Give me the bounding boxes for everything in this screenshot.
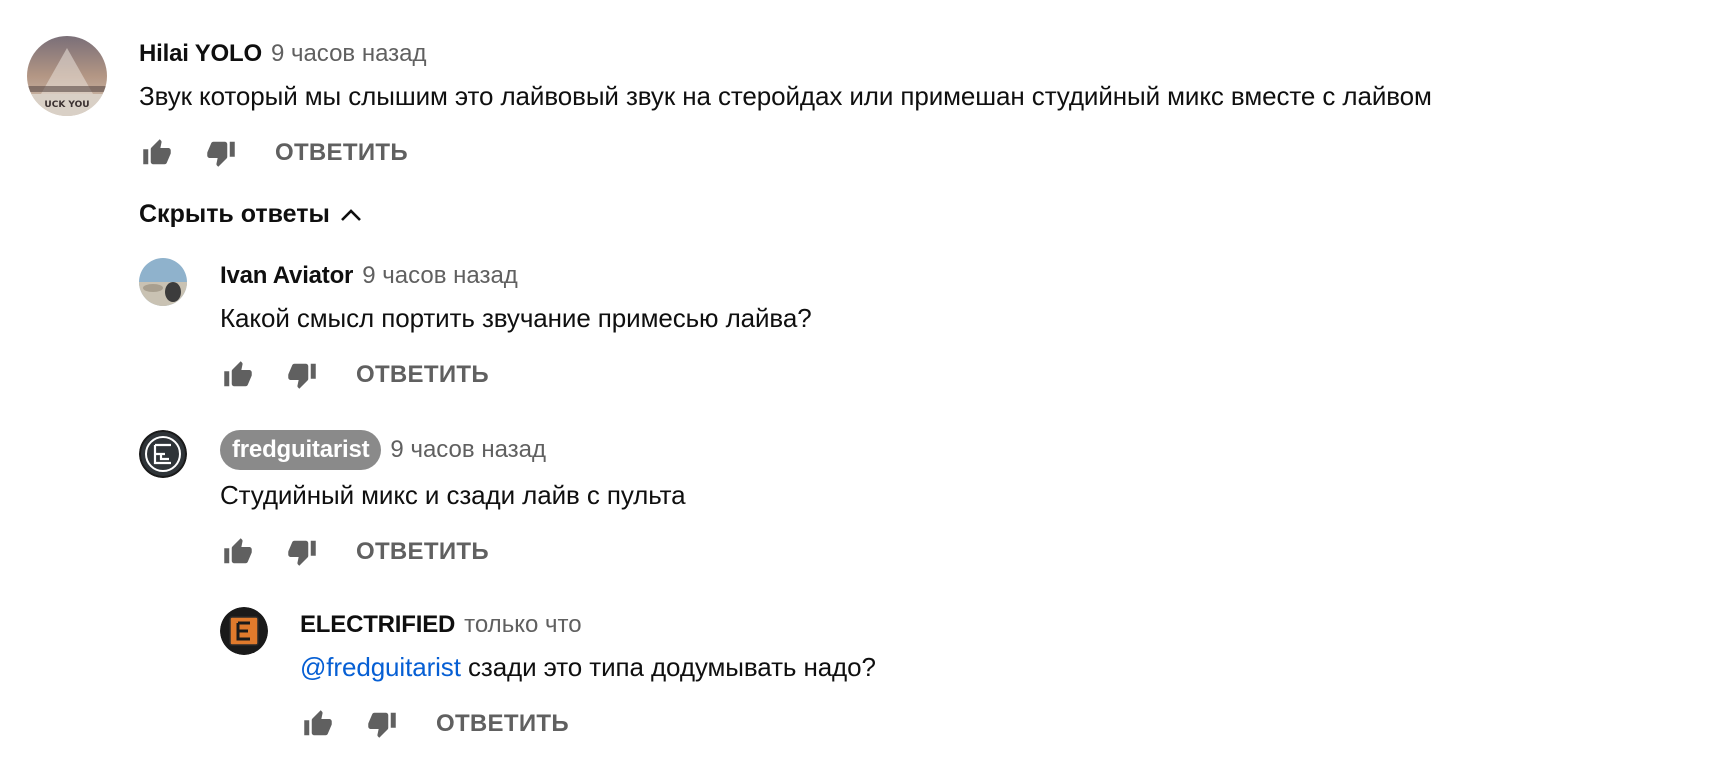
thumb-down-icon: [288, 540, 316, 566]
comments-thread: UCK YOU Hilai YOLO 9 часов назад Звук ко…: [0, 0, 1730, 782]
thumb-down-icon: [288, 363, 316, 389]
avatar-text: UCK YOU: [44, 100, 89, 110]
avatar[interactable]: [139, 258, 187, 306]
like-button[interactable]: [139, 135, 175, 171]
comment-header: fredguitarist 9 часов назад: [220, 430, 686, 470]
comment-header: Ivan Aviator 9 часов назад: [220, 261, 812, 291]
author-name[interactable]: ELECTRIFIED: [300, 610, 455, 640]
dislike-button[interactable]: [203, 135, 239, 171]
like-button[interactable]: [220, 534, 256, 570]
author-name[interactable]: Hilai YOLO: [139, 39, 262, 69]
thumb-down-icon: [368, 712, 396, 738]
like-button[interactable]: [300, 706, 336, 742]
comment-actions: ОТВЕТИТЬ: [220, 532, 686, 572]
comment-header: Hilai YOLO 9 часов назад: [139, 39, 1432, 69]
author-name[interactable]: Ivan Aviator: [220, 261, 353, 291]
comment-text: Звук который мы слышим это лайвовый звук…: [139, 81, 1432, 111]
comment-actions: ОТВЕТИТЬ: [300, 704, 876, 744]
comment-header: ELECTRIFIED только что: [300, 610, 876, 640]
thumb-up-icon: [143, 139, 171, 165]
thumb-up-icon: [304, 710, 332, 736]
comment-text: Какой смысл портить звучание примесью ла…: [220, 303, 812, 333]
comment-time[interactable]: 9 часов назад: [390, 435, 546, 465]
reply-button[interactable]: ОТВЕТИТЬ: [275, 139, 408, 167]
comment-actions: ОТВЕТИТЬ: [220, 355, 812, 395]
thumb-down-icon: [207, 141, 235, 167]
avatar[interactable]: UCK YOU: [27, 36, 107, 116]
author-name[interactable]: fredguitarist: [220, 430, 382, 470]
thumb-up-icon: [224, 361, 252, 387]
comment-text: @fredguitarist сзади это типа додумывать…: [300, 650, 876, 684]
comment-content: Hilai YOLO 9 часов назад Звук который мы…: [139, 39, 1432, 173]
reply-button[interactable]: ОТВЕТИТЬ: [436, 710, 569, 738]
comment-time[interactable]: 9 часов назад: [271, 39, 427, 69]
avatar[interactable]: [220, 607, 268, 655]
like-button[interactable]: [220, 357, 256, 393]
comment-content: ELECTRIFIED только что @fredguitarist сз…: [300, 610, 876, 744]
reply-button[interactable]: ОТВЕТИТЬ: [356, 361, 489, 389]
comment-content: Ivan Aviator 9 часов назад Какой смысл п…: [220, 261, 812, 395]
dislike-button[interactable]: [284, 357, 320, 393]
mention-link[interactable]: @fredguitarist: [300, 652, 461, 682]
hide-replies-button[interactable]: Скрыть ответы: [139, 200, 362, 229]
avatar[interactable]: [139, 430, 187, 478]
comment-text-rest: сзади это типа додумывать надо?: [460, 652, 876, 682]
dislike-button[interactable]: [364, 706, 400, 742]
thumb-up-icon: [224, 538, 252, 564]
hide-replies-label: Скрыть ответы: [139, 200, 330, 228]
comment-actions: ОТВЕТИТЬ: [139, 133, 1432, 173]
reply-button[interactable]: ОТВЕТИТЬ: [356, 538, 489, 566]
comment-time[interactable]: только что: [464, 610, 581, 640]
comment-time[interactable]: 9 часов назад: [362, 261, 518, 291]
chevron-up-icon: [340, 208, 361, 221]
dislike-button[interactable]: [284, 534, 320, 570]
comment-content: fredguitarist 9 часов назад Студийный ми…: [220, 430, 686, 572]
comment-text: Студийный микс и сзади лайв с пульта: [220, 480, 686, 510]
